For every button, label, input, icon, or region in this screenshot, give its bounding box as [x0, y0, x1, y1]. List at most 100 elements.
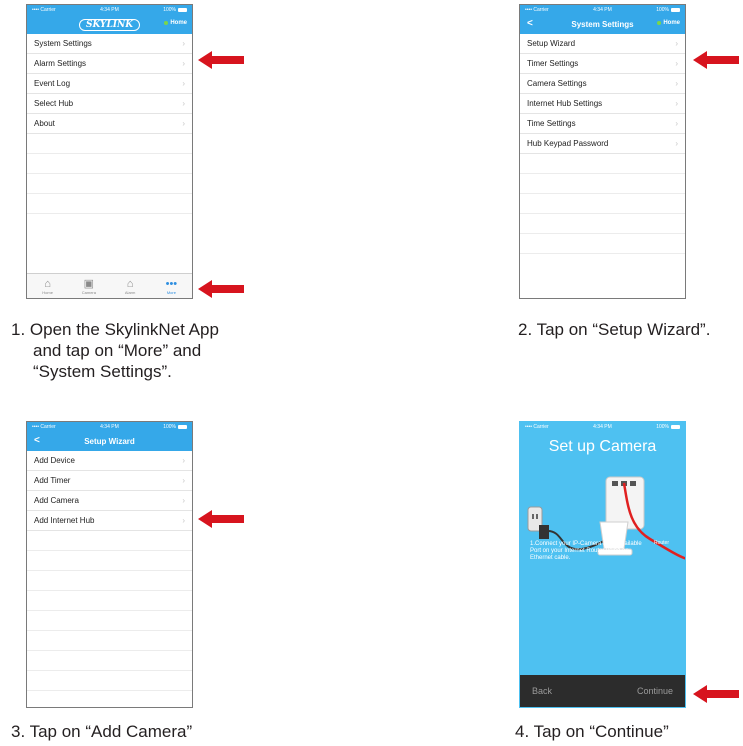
nav-bar: SKYLINK Home [27, 15, 192, 34]
header: •••• Carrier 4:34 PM 100% < System Setti… [520, 5, 685, 34]
empty-row [520, 194, 685, 214]
chevron-right-icon: › [675, 39, 678, 48]
menu-item-hub-keypad-password[interactable]: Hub Keypad Password › [520, 134, 685, 154]
step-2-caption: 2. Tap on “Setup Wizard”. [518, 320, 711, 339]
continue-button[interactable]: Continue [637, 686, 673, 696]
status-bar: •••• Carrier 4:34 PM 100% [27, 5, 192, 15]
back-button[interactable]: Back [532, 686, 552, 696]
chevron-right-icon: › [675, 79, 678, 88]
empty-row [27, 154, 192, 174]
header: •••• Carrier 4:34 PM 100% < Setup Wizard [27, 422, 192, 451]
bottom-action-bar: Back Continue [520, 675, 685, 707]
back-button[interactable]: < [34, 435, 40, 446]
chevron-right-icon: › [182, 476, 185, 485]
system-settings-list: Setup Wizard › Timer Settings › Camera Set… [520, 34, 685, 154]
home-dot-icon [164, 21, 169, 25]
menu-item-setup-wizard[interactable]: Setup Wizard › [520, 34, 685, 54]
pointer-arrow-icon [693, 51, 739, 69]
skylink-logo: SKYLINK [78, 18, 141, 31]
empty-row [27, 174, 192, 194]
menu-item-add-camera[interactable]: Add Camera › [27, 491, 192, 511]
empty-row [520, 234, 685, 254]
home-button[interactable]: Home [164, 20, 187, 26]
status-time: 4:34 PM [593, 424, 612, 430]
empty-row [520, 174, 685, 194]
page-title: System Settings [571, 20, 634, 29]
carrier-label: •••• Carrier [32, 7, 56, 13]
home-icon: ⌂ [44, 277, 51, 290]
tab-alarm[interactable]: ⌂ Alarm [115, 278, 145, 295]
tab-home[interactable]: ⌂ Home [33, 278, 63, 295]
alarm-icon: ⌂ [126, 277, 134, 290]
battery-icon [671, 7, 680, 12]
nav-bar: < Setup Wizard [27, 432, 192, 451]
menu-item-timer-settings[interactable]: Timer Settings › [520, 54, 685, 74]
menu-item-time-settings[interactable]: Time Settings › [520, 114, 685, 134]
menu-item-camera-settings[interactable]: Camera Settings › [520, 74, 685, 94]
chevron-right-icon: › [182, 119, 185, 128]
status-bar: •••• Carrier 4:34 PM 100% [520, 5, 685, 15]
chevron-right-icon: › [182, 79, 185, 88]
menu-item-about[interactable]: About › [27, 114, 192, 134]
chevron-right-icon: › [675, 139, 678, 148]
pointer-arrow-icon [198, 280, 244, 298]
phone-screenshot-set-up-camera: •••• Carrier 4:34 PM 100% Set up Camera … [519, 421, 686, 708]
status-bar: •••• Carrier 4:34 PM 100% [27, 422, 192, 432]
menu-item-system-settings[interactable]: System Settings › [27, 34, 192, 54]
menu-item-add-timer[interactable]: Add Timer › [27, 471, 192, 491]
chevron-right-icon: › [182, 99, 185, 108]
carrier-label: •••• Carrier [525, 424, 549, 430]
menu-item-select-hub[interactable]: Select Hub › [27, 94, 192, 114]
empty-row [27, 134, 192, 154]
battery-indicator: 100% [656, 7, 680, 13]
chevron-right-icon: › [675, 99, 678, 108]
power-adapter-icon [539, 525, 549, 539]
camera-icon: ▣ [83, 277, 95, 290]
menu-item-event-log[interactable]: Event Log › [27, 74, 192, 94]
more-icon: ••• [165, 277, 178, 290]
chevron-right-icon: › [675, 119, 678, 128]
empty-row [27, 531, 192, 551]
empty-row [27, 651, 192, 671]
empty-row [27, 591, 192, 611]
chevron-right-icon: › [182, 39, 185, 48]
chevron-right-icon: › [182, 496, 185, 505]
battery-indicator: 100% [656, 424, 680, 430]
tab-camera[interactable]: ▣ Camera [74, 278, 104, 295]
battery-indicator: 100% [163, 424, 187, 430]
phone-screenshot-more-menu: •••• Carrier 4:34 PM 100% SKYLINK Home S… [26, 4, 193, 299]
empty-row [27, 631, 192, 651]
menu-item-add-internet-hub[interactable]: Add Internet Hub › [27, 511, 192, 531]
menu-item-internet-hub-settings[interactable]: Internet Hub Settings › [520, 94, 685, 114]
page-title: Set up Camera [548, 438, 657, 455]
empty-row [27, 671, 192, 691]
back-button[interactable]: < [527, 18, 533, 29]
menu-item-add-device[interactable]: Add Device › [27, 451, 192, 471]
tab-more[interactable]: ••• More [156, 278, 186, 295]
header: •••• Carrier 4:34 PM 100% SKYLINK Home [27, 5, 192, 34]
empty-row [520, 154, 685, 174]
pointer-arrow-icon [693, 685, 739, 703]
step-3-caption: 3. Tap on “Add Camera” [11, 722, 193, 741]
router-label: Router [654, 540, 669, 546]
status-bar: •••• Carrier 4:34 PM 100% [520, 422, 685, 432]
page-title: Setup Wizard [84, 437, 135, 446]
battery-icon [671, 424, 680, 429]
carrier-label: •••• Carrier [32, 424, 56, 430]
empty-row [27, 571, 192, 591]
home-button[interactable]: Home [657, 20, 680, 26]
empty-row [27, 551, 192, 571]
battery-icon [178, 424, 187, 429]
chevron-right-icon: › [675, 59, 678, 68]
tab-bar: ⌂ Home ▣ Camera ⌂ Alarm ••• More [27, 273, 192, 298]
phone-screenshot-setup-wizard: •••• Carrier 4:34 PM 100% < Setup Wizard… [26, 421, 193, 708]
nav-bar: < System Settings Home [520, 15, 685, 34]
chevron-right-icon: › [182, 59, 185, 68]
battery-icon [178, 7, 187, 12]
chevron-right-icon: › [182, 516, 185, 525]
step-1-caption: 1. Open the SkylinkNet App and tap on “M… [11, 320, 219, 381]
setup-wizard-list: Add Device › Add Timer › Add Camera › Add I… [27, 451, 192, 531]
menu-item-alarm-settings[interactable]: Alarm Settings › [27, 54, 192, 74]
status-time: 4:34 PM [593, 7, 612, 13]
carrier-label: •••• Carrier [525, 7, 549, 13]
